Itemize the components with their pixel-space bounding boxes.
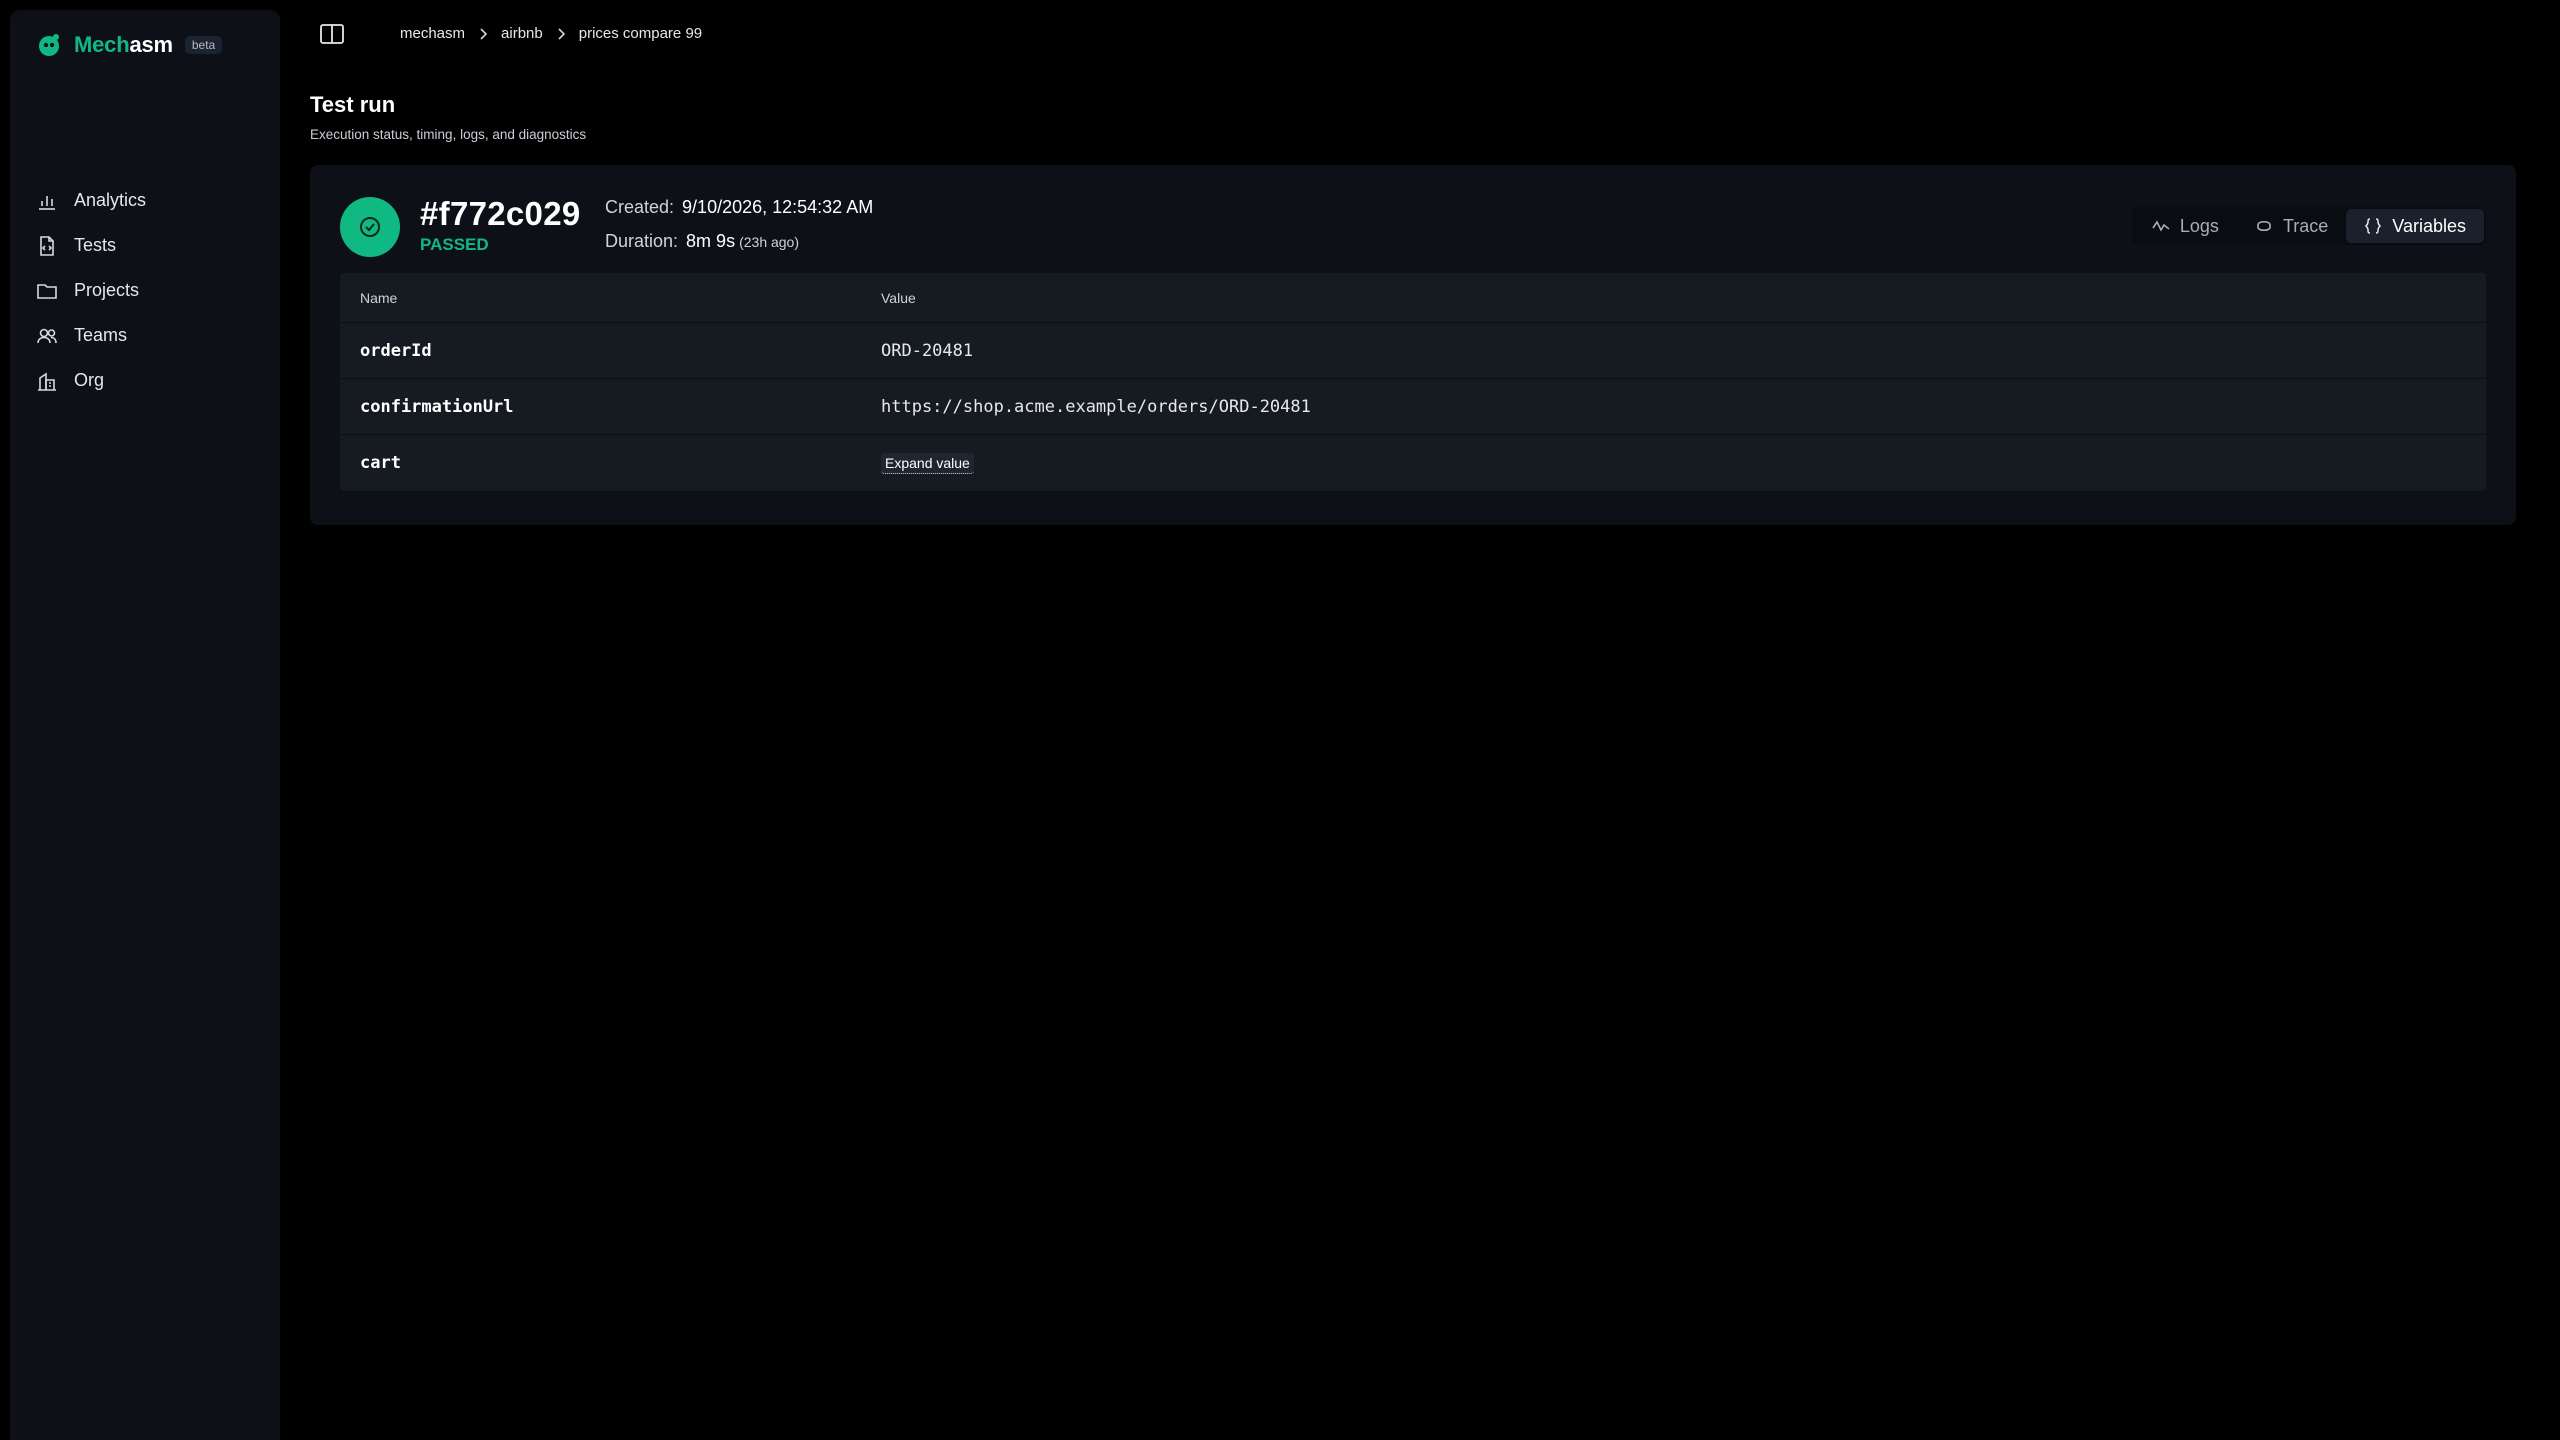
tab-logs[interactable]: Logs [2134, 209, 2237, 243]
table-row: confirmationUrl https://shop.acme.exampl… [340, 379, 2486, 435]
duration-label: Duration: [605, 231, 679, 251]
variable-name: orderId [360, 340, 432, 361]
folder-icon [37, 283, 57, 299]
sidebar-item-label: Projects [74, 280, 140, 300]
sidebar-item-org[interactable]: Org [36, 358, 266, 403]
sidebar: Mechasm beta Analytics Tests Projects Te… [10, 10, 280, 1440]
users-icon [37, 328, 57, 343]
column-header-value: Value [881, 289, 916, 306]
sidebar-item-label: Tests [74, 235, 117, 255]
column-header-name: Name [360, 289, 398, 306]
variable-value: Expand value [881, 453, 974, 474]
variable-value: https://shop.acme.example/orders/ORD-204… [881, 396, 1311, 417]
tab-trace[interactable]: Trace [2237, 209, 2346, 243]
created-value: 9/10/2026, 12:54:32 AM [682, 197, 874, 217]
variable-name: cart [360, 453, 401, 473]
check-circle-icon [360, 217, 380, 237]
mechasm-logo-icon [39, 34, 59, 56]
sidebar-item-label: Analytics [74, 190, 147, 210]
test-run-card: #f772c029 PASSED Created: 9/10/2026, 12:5… [310, 165, 2516, 525]
created-label: Created: [605, 197, 675, 217]
chevron-right-icon [558, 27, 565, 40]
breadcrumb: mechasm airbnb prices compare 99 [400, 25, 702, 42]
sidebar-item-analytics[interactable]: Analytics [36, 178, 266, 223]
breadcrumb-item-org[interactable]: mechasm [400, 25, 465, 42]
variable-value: ORD-20481 [881, 340, 974, 361]
breadcrumb-item-project[interactable]: airbnb [501, 25, 543, 42]
chevron-right-icon [480, 27, 488, 40]
run-id: #f772c029 [420, 195, 581, 232]
braces-icon [2365, 218, 2382, 234]
breadcrumb-item-test[interactable]: prices compare 99 [579, 25, 702, 42]
test-file-icon [40, 235, 54, 256]
page-title: Test run [310, 92, 396, 117]
sidebar-item-tests[interactable]: Tests [36, 223, 266, 268]
tab-variables[interactable]: Variables [2346, 209, 2484, 243]
brand[interactable]: Mechasm beta [36, 32, 223, 58]
sidebar-toggle-icon[interactable] [318, 22, 346, 46]
building-icon [38, 372, 56, 391]
sidebar-nav: Analytics Tests Projects Teams Org [36, 178, 266, 403]
table-header: Name Value [340, 273, 2486, 323]
run-status-badge: PASSED [420, 235, 489, 254]
status-indicator [340, 197, 400, 257]
duration-ago: (23h ago) [739, 234, 800, 250]
tab-label: Logs [2179, 215, 2219, 236]
duration-meta: Duration: 8m 9s (23h ago) [605, 231, 799, 252]
table-row: orderId ORD-20481 [340, 323, 2486, 379]
duration-value: 8m 9s [686, 231, 736, 251]
variables-table: Name Value orderId ORD-20481 confirmatio… [340, 273, 2486, 491]
sidebar-item-label: Teams [74, 325, 128, 345]
sidebar-item-teams[interactable]: Teams [36, 313, 266, 358]
created-meta: Created: 9/10/2026, 12:54:32 AM [605, 197, 873, 218]
page-subtitle: Execution status, timing, logs, and diag… [310, 127, 587, 142]
sidebar-item-projects[interactable]: Projects [36, 268, 266, 313]
table-row: cart Expand value [340, 435, 2486, 491]
bar-chart-icon [39, 195, 55, 210]
layers-icon [2257, 220, 2271, 232]
brand-name-part1: Mech [74, 32, 130, 57]
run-tabs: Logs Trace Variables [2131, 207, 2486, 245]
brand-name-part2: asm [129, 32, 173, 57]
beta-badge: beta [184, 36, 223, 54]
tab-label: Trace [2282, 215, 2329, 236]
expand-value-button[interactable]: Expand value [881, 453, 974, 474]
tab-label: Variables [2392, 215, 2466, 236]
brand-name: Mechasm [74, 32, 173, 58]
sidebar-item-label: Org [74, 370, 105, 390]
variable-name: confirmationUrl [360, 396, 514, 417]
activity-icon [2152, 220, 2170, 232]
